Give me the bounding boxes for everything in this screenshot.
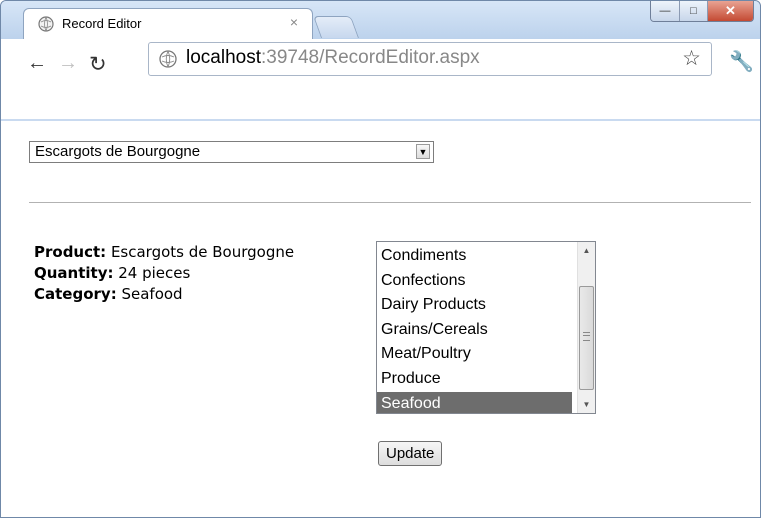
product-row: Product: Escargots de Bourgogne [34, 242, 294, 263]
product-dropdown[interactable]: Escargots de Bourgogne ▼ [29, 141, 434, 163]
scroll-up-icon[interactable]: ▲ [578, 242, 595, 259]
title-bar: — □ ✕ Record Editor × [1, 1, 760, 40]
category-option[interactable]: Meat/Poultry [377, 342, 572, 366]
maximize-button[interactable]: □ [679, 1, 707, 21]
category-listbox[interactable]: Seafood Produce Meat/Poultry Grains/Cereals… [376, 241, 596, 414]
back-arrow-icon[interactable]: ← [27, 52, 47, 75]
address-bar[interactable]: localhost:39748/RecordEditor.aspx ☆ [148, 42, 712, 76]
minimize-button[interactable]: — [651, 1, 679, 21]
category-option[interactable]: Confections [377, 269, 572, 293]
update-button[interactable]: Update [378, 441, 443, 466]
category-value: Seafood [116, 285, 183, 303]
tab-record-editor[interactable]: Record Editor × [23, 8, 313, 40]
bookmark-star-icon[interactable]: ☆ [682, 46, 701, 71]
product-details: Product: Escargots de Bourgogne Quantity… [34, 242, 294, 305]
page-content: Escargots de Bourgogne ▼ Product: Escarg… [1, 121, 760, 517]
product-dropdown-value: Escargots de Bourgogne [35, 143, 201, 160]
browser-window: — □ ✕ Record Editor × ← → ↻ localhost:39… [0, 0, 761, 518]
product-value: Escargots de Bourgogne [106, 243, 295, 261]
grip-icon [583, 332, 590, 341]
url-text: localhost:39748/RecordEditor.aspx [186, 47, 480, 68]
page-info-icon[interactable] [159, 50, 177, 68]
divider [29, 202, 751, 203]
new-tab-button[interactable] [312, 16, 360, 38]
close-window-button[interactable]: ✕ [707, 1, 753, 21]
category-option[interactable]: Condiments [377, 244, 572, 268]
category-option[interactable]: Seafood [377, 391, 572, 413]
scroll-down-icon[interactable]: ▼ [578, 396, 595, 413]
forward-arrow-icon[interactable]: → [58, 52, 78, 75]
quantity-row: Quantity: 24 pieces [34, 263, 294, 284]
quantity-label: Quantity: [34, 264, 114, 282]
category-option[interactable]: Dairy Products [377, 293, 572, 317]
globe-icon [38, 16, 54, 32]
category-label: Category: [34, 285, 117, 303]
wrench-menu-icon[interactable]: 🔧 [729, 49, 754, 74]
dropdown-arrow-icon[interactable]: ▼ [416, 144, 430, 159]
category-option[interactable]: Produce [377, 367, 572, 391]
reload-icon[interactable]: ↻ [89, 52, 107, 77]
product-label: Product: [34, 243, 107, 261]
category-row: Category: Seafood [34, 284, 294, 305]
listbox-scrollbar[interactable]: ▲ ▼ [577, 242, 595, 413]
tab-title: Record Editor [62, 16, 142, 31]
quantity-value: 24 pieces [113, 264, 191, 282]
browser-toolbar: ← → ↻ localhost:39748/RecordEditor.aspx … [1, 39, 760, 119]
category-option[interactable]: Grains/Cereals [377, 318, 572, 342]
scrollbar-thumb[interactable] [579, 286, 594, 390]
tab-close-icon[interactable]: × [290, 14, 298, 30]
window-controls: — □ ✕ [650, 1, 754, 22]
